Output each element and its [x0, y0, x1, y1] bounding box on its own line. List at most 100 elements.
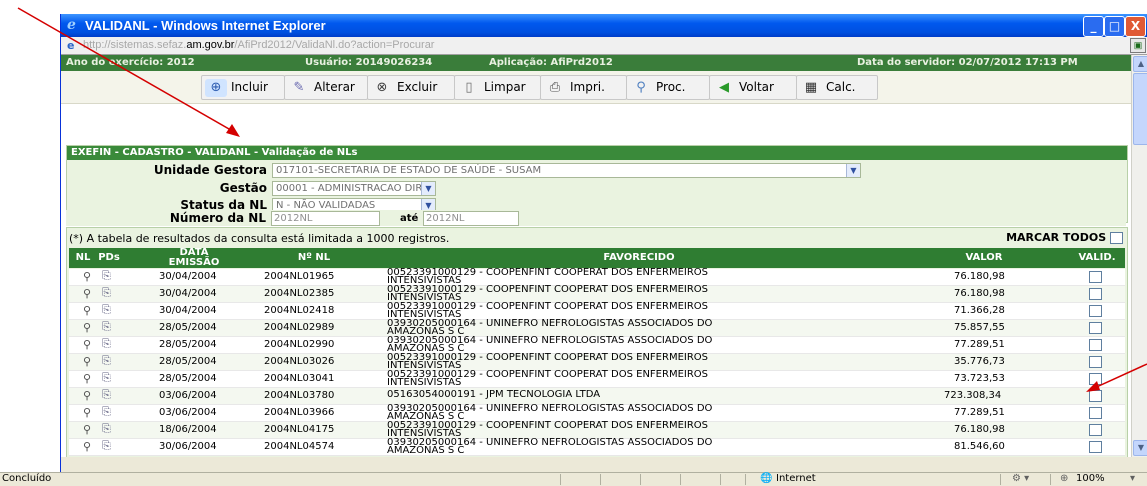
proc-button[interactable]: ⚲ Proc.	[626, 75, 710, 100]
valid-checkbox[interactable]	[1089, 441, 1102, 453]
excluir-button[interactable]: ⊗ Excluir	[367, 75, 455, 100]
valor: 76.180,98	[954, 271, 1005, 282]
valor: 76.180,98	[954, 424, 1005, 435]
magnifier-icon[interactable]: ⚲	[83, 287, 91, 300]
numero-row: Número da NL 2012NL até 2012NL	[66, 210, 1126, 226]
valid-checkbox[interactable]	[1089, 322, 1102, 334]
zone-text: Internet	[776, 473, 816, 484]
browser-window: e VALIDANL - Windows Internet Explorer _…	[60, 14, 1147, 472]
magnifier-icon[interactable]: ⚲	[83, 355, 91, 368]
emission-date: 30/04/2004	[159, 305, 217, 316]
col-num: Nº NL	[297, 252, 331, 263]
numero-from-input[interactable]: 2012NL	[271, 211, 380, 226]
voltar-button[interactable]: ◀ Voltar	[709, 75, 797, 100]
valid-checkbox[interactable]	[1089, 424, 1102, 436]
search-icon: ⚲	[636, 79, 646, 95]
unidade-select[interactable]: 017101-SECRETARIA DE ESTADO DE SAÚDE - S…	[272, 163, 861, 178]
document-icon[interactable]: ⎘	[102, 388, 111, 402]
gestao-select[interactable]: 00001 - ADMINISTRACAO DIRET ▼	[272, 181, 436, 196]
valid-checkbox[interactable]	[1089, 390, 1102, 402]
marcar-todos-checkbox[interactable]	[1110, 232, 1123, 244]
magnifier-icon[interactable]: ⚲	[83, 270, 91, 283]
valid-checkbox[interactable]	[1089, 305, 1102, 317]
favorecido: 03930205000164 - UNINEFRO NEFROLOGISTAS …	[387, 437, 713, 456]
limpar-button[interactable]: ▯ Limpar	[454, 75, 541, 100]
numero-to-input[interactable]: 2012NL	[423, 211, 519, 226]
favorecido: 00523391000129 - COOPENFINT COOPERAT DOS…	[387, 301, 709, 320]
valid-checkbox[interactable]	[1089, 288, 1102, 300]
zoom-icon[interactable]: ⊕	[1060, 473, 1068, 484]
alterar-button[interactable]: ✎ Alterar	[284, 75, 368, 100]
document-icon[interactable]: ⎘	[102, 405, 111, 419]
page-icon: e	[67, 39, 75, 52]
favorecido: 00523391000129 - COOPENFINT COOPERAT DOS…	[387, 420, 709, 439]
col-nl: NL	[75, 252, 91, 263]
gestao-label: Gestão	[219, 181, 267, 195]
nl-number: 2004NL02989	[264, 322, 335, 333]
emission-date: 28/05/2004	[159, 322, 217, 333]
status-bar: Concluído 🌐 Internet ⚙ ▾ ⊕ 100% ▾	[0, 472, 1147, 486]
valor: 71.366,28	[954, 305, 1005, 316]
favorecido: 00523391000129 - COOPENFINT COOPERAT DOS…	[387, 369, 709, 388]
document-icon[interactable]: ⎘	[102, 303, 111, 317]
calc-button[interactable]: ▦ Calc.	[796, 75, 878, 100]
valid-checkbox[interactable]	[1089, 373, 1102, 385]
valid-checkbox[interactable]	[1089, 407, 1102, 419]
favorecido: 05163054000191 - JPM TECNOLOGIA LTDA	[387, 389, 601, 400]
magnifier-icon[interactable]: ⚲	[83, 372, 91, 385]
magnifier-icon[interactable]: ⚲	[83, 440, 91, 453]
document-icon[interactable]: ⎘	[102, 371, 111, 385]
imprimir-button[interactable]: ⎙ Impri.	[540, 75, 627, 100]
chevron-down-icon[interactable]: ▼	[421, 182, 435, 195]
maximize-button[interactable]: □	[1104, 16, 1125, 37]
scroll-thumb[interactable]	[1133, 73, 1147, 145]
col-valid: VALID.	[1078, 252, 1116, 263]
scroll-down-icon[interactable]: ▼	[1133, 440, 1147, 456]
panel-header: EXEFIN - CADASTRO - VALIDANL - Validação…	[67, 146, 1127, 160]
valor: 73.723,53	[954, 373, 1005, 384]
document-icon[interactable]: ⎘	[102, 337, 111, 351]
valor: 35.776,73	[954, 356, 1005, 367]
document-icon[interactable]: ⎘	[102, 269, 111, 283]
close-button[interactable]: X	[1125, 16, 1146, 37]
emission-date: 30/06/2004	[159, 441, 217, 452]
nl-number: 2004NL03041	[264, 373, 335, 384]
marcar-todos[interactable]: MARCAR TODOS	[1006, 231, 1123, 244]
zoom-level[interactable]: 100%	[1076, 473, 1105, 484]
chevron-down-icon[interactable]: ▼	[846, 164, 860, 177]
document-icon[interactable]: ⎘	[102, 439, 111, 453]
col-favorecido: FAVORECIDO	[603, 252, 675, 263]
scroll-up-icon[interactable]: ▲	[1133, 56, 1147, 72]
nl-number: 2004NL02990	[264, 339, 335, 350]
valid-checkbox[interactable]	[1089, 271, 1102, 283]
magnifier-icon[interactable]: ⚲	[83, 406, 91, 419]
valor: 76.180,98	[954, 288, 1005, 299]
application-name: Aplicação: AfiPrd2012	[489, 57, 613, 68]
magnifier-icon[interactable]: ⚲	[83, 321, 91, 334]
magnifier-icon[interactable]: ⚲	[83, 304, 91, 317]
document-icon[interactable]: ⎘	[102, 320, 111, 334]
nl-number: 2004NL04175	[264, 424, 335, 435]
vertical-scrollbar[interactable]: ▲ ▼	[1131, 55, 1147, 457]
incluir-button[interactable]: ⊕ Incluir	[201, 75, 285, 100]
emission-date: 03/06/2004	[159, 407, 217, 418]
compatibility-icon[interactable]: ▣	[1130, 38, 1146, 53]
address-bar[interactable]: e http://sistemas.sefaz.am.gov.br/AfiPrd…	[61, 37, 1147, 55]
unidade-row: Unidade Gestora 017101-SECRETARIA DE EST…	[67, 163, 1127, 179]
magnifier-icon[interactable]: ⚲	[83, 389, 91, 402]
document-icon[interactable]: ⎘	[102, 286, 111, 300]
document-icon[interactable]: ⎘	[102, 422, 111, 436]
security-icon[interactable]: ⚙ ▾	[1012, 473, 1029, 484]
delete-icon: ⊗	[376, 79, 388, 95]
chevron-down-icon[interactable]: ▾	[1130, 473, 1135, 484]
document-icon[interactable]: ⎘	[102, 354, 111, 368]
magnifier-icon[interactable]: ⚲	[83, 338, 91, 351]
numero-label: Número da NL	[169, 211, 266, 225]
valid-checkbox[interactable]	[1089, 339, 1102, 351]
valid-checkbox[interactable]	[1089, 356, 1102, 368]
minimize-button[interactable]: _	[1083, 16, 1104, 37]
magnifier-icon[interactable]: ⚲	[83, 423, 91, 436]
address-url[interactable]: http://sistemas.sefaz.am.gov.br/AfiPrd20…	[83, 39, 434, 51]
col-data-2: EMISSÃO	[168, 257, 220, 268]
edit-icon: ✎	[293, 79, 305, 95]
